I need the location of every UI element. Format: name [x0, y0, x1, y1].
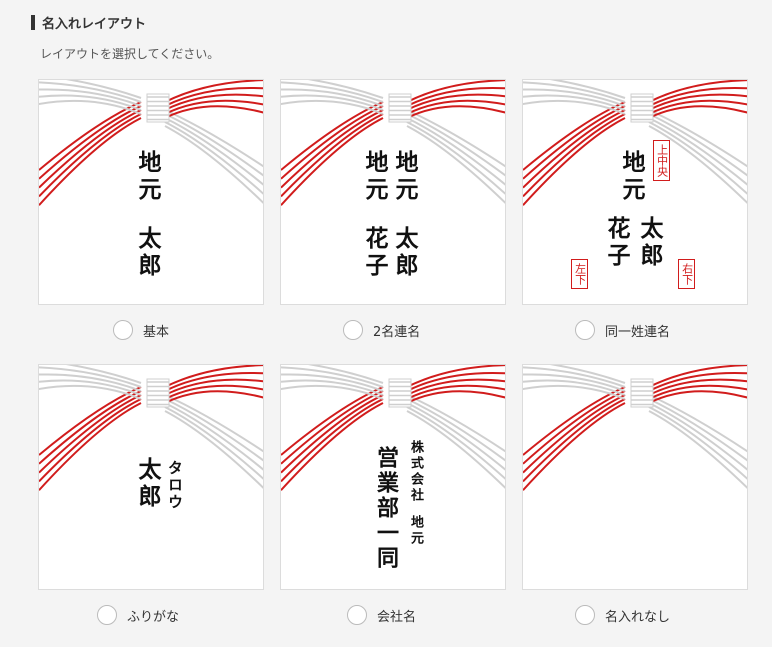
radio-option-company[interactable]: 会社名 [347, 605, 416, 625]
radio-option-furigana[interactable]: ふりがな [97, 605, 179, 625]
radio-label: 同一姓連名 [605, 324, 671, 340]
sample-given-name-1: 太郎 [391, 226, 418, 280]
layout-card-company[interactable]: 株式会社 営業部一同 地元 [280, 364, 506, 590]
radio-button[interactable] [575, 320, 595, 340]
radio-label: 2名連名 [373, 324, 421, 340]
stamp-top-center: 上中央 [653, 140, 670, 181]
radio-option-basic[interactable]: 基本 [113, 320, 169, 340]
mizuhiki-cord-graphic [523, 365, 747, 491]
layout-card-same-surname[interactable]: 地元 太郎 花子 上中央 左下 右下 [522, 79, 748, 305]
title-bar-decoration [31, 15, 35, 30]
sample-furigana: タロウ [166, 460, 184, 511]
layout-card-furigana[interactable]: 太郎 タロウ [38, 364, 264, 590]
radio-label: 基本 [143, 324, 170, 340]
radio-button[interactable] [347, 605, 367, 625]
sample-given-name: 太郎 [134, 226, 161, 280]
sample-family-name-2: 地元 [361, 150, 388, 204]
radio-button[interactable] [575, 605, 595, 625]
layout-card-two-names[interactable]: 地元 地元 太郎 花子 [280, 79, 506, 305]
radio-label: 名入れなし [605, 609, 671, 625]
radio-button[interactable] [97, 605, 117, 625]
stamp-bottom-left: 左下 [571, 259, 588, 289]
sample-name: 太郎 [134, 457, 161, 511]
radio-option-no-name[interactable]: 名入れなし [575, 605, 670, 625]
section-title: 名入れレイアウト [31, 13, 146, 32]
sample-given-name-1: 太郎 [636, 216, 663, 270]
radio-label: ふりがな [127, 609, 180, 625]
radio-option-two-names[interactable]: 2名連名 [343, 320, 420, 340]
sample-family-name: 地元 [134, 150, 161, 204]
radio-label: 会社名 [377, 609, 417, 625]
stamp-bottom-right: 右下 [678, 259, 695, 289]
section-title-text: 名入れレイアウト [42, 17, 147, 32]
section-subtitle: レイアウトを選択してください。 [40, 47, 220, 61]
sample-family-name-1: 地元 [391, 150, 418, 204]
sample-given-name-2: 花子 [361, 226, 388, 280]
sample-given-name-2: 花子 [603, 216, 630, 270]
radio-button[interactable] [343, 320, 363, 340]
sample-family-name: 地元 [618, 150, 645, 204]
sample-person-name: 地元 [408, 515, 423, 547]
radio-option-same-surname[interactable]: 同一姓連名 [575, 320, 670, 340]
radio-button[interactable] [113, 320, 133, 340]
layout-card-no-name[interactable] [522, 364, 748, 590]
sample-company-name: 株式会社 [408, 440, 423, 504]
sample-department: 営業部一同 [373, 446, 399, 571]
layout-card-basic[interactable]: 地元 太郎 [38, 79, 264, 305]
